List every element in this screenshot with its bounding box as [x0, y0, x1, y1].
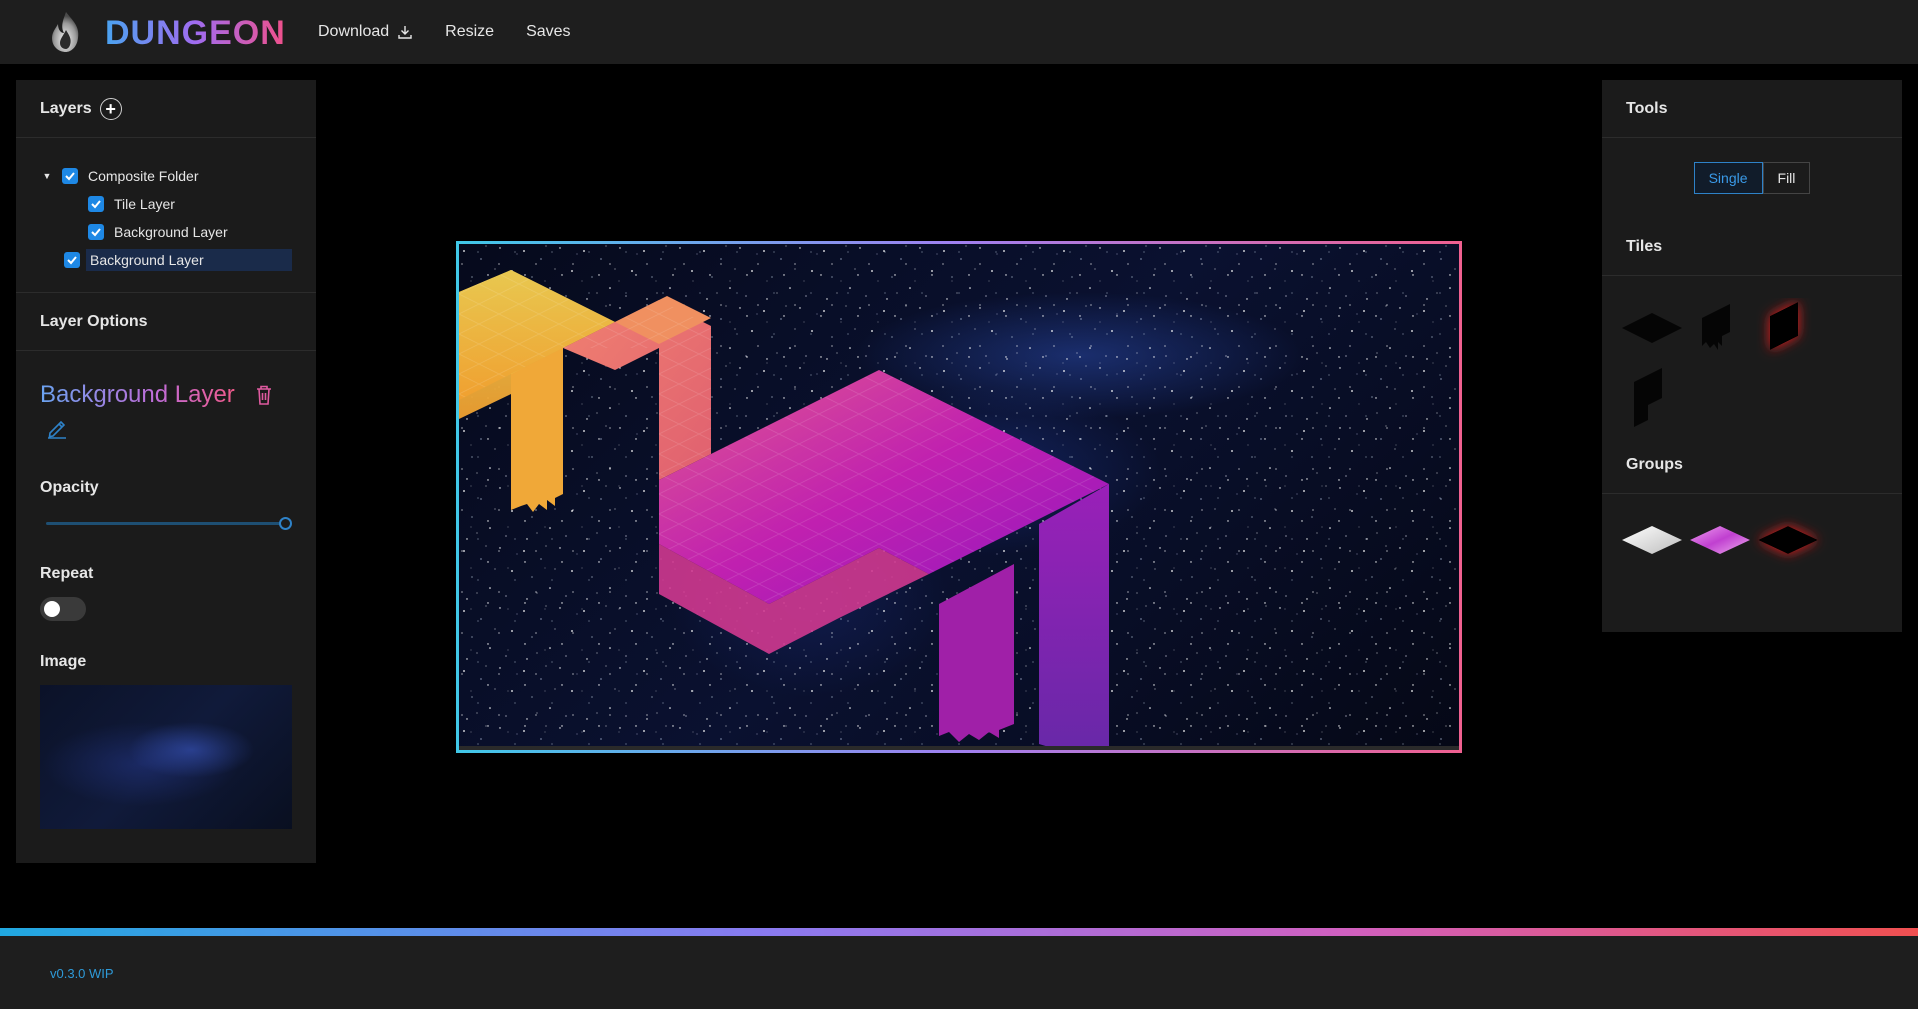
repeat-toggle[interactable]	[40, 597, 86, 621]
image-label: Image	[40, 653, 87, 670]
layers-title: Layers	[40, 99, 92, 117]
trash-icon[interactable]	[255, 384, 273, 406]
slider-thumb[interactable]	[279, 517, 292, 530]
tools-header: Tools	[1602, 80, 1902, 138]
groups-title: Groups	[1626, 455, 1683, 473]
tools-title: Tools	[1626, 99, 1668, 117]
nav-resize-label: Resize	[445, 23, 495, 40]
checkmark-icon	[67, 256, 77, 265]
background-image-thumbnail[interactable]	[40, 685, 292, 829]
layer-options-header: Layer Options	[16, 293, 316, 351]
tile-floor-icon[interactable]	[1622, 313, 1682, 343]
tool-mode-segmented: Single Fill	[1693, 162, 1811, 194]
nav-download[interactable]: Download	[318, 23, 413, 41]
top-bar: DUNGEON Download Resize Saves	[0, 0, 1918, 64]
group-black-tile-selected-icon[interactable]	[1758, 526, 1818, 554]
groups-palette	[1602, 494, 1902, 594]
tree-item-background-layer-nested[interactable]: Background Layer	[40, 218, 292, 246]
tile-wall-drip-icon[interactable]	[1702, 304, 1730, 350]
main-nav: Download Resize Saves	[318, 0, 571, 64]
layer-visibility-checkbox[interactable]	[64, 252, 80, 268]
tiles-grid	[1622, 302, 1798, 427]
toggle-knob	[44, 601, 60, 617]
slider-track[interactable]	[46, 522, 286, 525]
version-label: v0.3.0 WIP	[50, 966, 114, 981]
layer-name-title: Background Layer	[40, 381, 235, 408]
layer-visibility-checkbox[interactable]	[88, 196, 104, 212]
flame-logo-icon	[52, 12, 79, 52]
nav-download-label: Download	[318, 23, 390, 40]
tiles-header: Tiles	[1602, 218, 1902, 276]
fill-mode-button[interactable]: Fill	[1762, 162, 1811, 194]
group-white-tile-icon[interactable]	[1622, 526, 1682, 554]
tree-item-label: Tile Layer	[114, 196, 175, 212]
footer: v0.3.0 WIP	[0, 936, 1918, 1009]
checkmark-icon	[91, 200, 101, 209]
tree-item-label: Background Layer	[86, 249, 292, 271]
download-icon	[398, 26, 412, 39]
map-render	[459, 244, 1459, 750]
map-canvas[interactable]	[459, 244, 1459, 750]
layer-tree: ▼ Composite Folder Tile Layer Background…	[16, 138, 316, 293]
groups-grid	[1622, 526, 1818, 554]
tile-stair-icon[interactable]	[1634, 368, 1662, 427]
layer-options-title: Layer Options	[40, 312, 148, 330]
map-canvas-frame	[456, 241, 1462, 753]
nav-resize[interactable]: Resize	[445, 23, 494, 41]
tiles-title: Tiles	[1626, 237, 1663, 255]
brand-title[interactable]: DUNGEON	[105, 14, 286, 53]
pencil-icon[interactable]	[46, 417, 68, 439]
plus-icon: +	[105, 98, 116, 119]
right-panel: Tools Single Fill Tiles Groups	[1602, 80, 1902, 632]
group-pink-tile-icon[interactable]	[1690, 526, 1750, 554]
add-layer-button[interactable]: +	[99, 97, 122, 120]
layer-visibility-checkbox[interactable]	[88, 224, 104, 240]
tree-item-composite-folder[interactable]: ▼ Composite Folder	[40, 162, 292, 190]
layer-name-row: Background Layer	[16, 351, 316, 409]
tile-wall-selected-icon[interactable]	[1770, 302, 1798, 350]
tree-item-label: Composite Folder	[88, 168, 199, 184]
footer-gradient-divider	[0, 928, 1918, 936]
tree-item-label: Background Layer	[114, 224, 228, 240]
opacity-slider[interactable]	[46, 517, 292, 530]
nav-saves[interactable]: Saves	[526, 23, 570, 41]
caret-down-icon[interactable]: ▼	[40, 171, 54, 181]
tiles-palette	[1602, 276, 1902, 436]
checkmark-icon	[65, 172, 75, 181]
layers-header: Layers +	[16, 80, 316, 138]
left-panel: Layers + ▼ Composite Folder Tile Layer B…	[16, 80, 316, 863]
nav-saves-label: Saves	[526, 23, 571, 40]
tree-item-background-layer[interactable]: Background Layer	[40, 246, 292, 274]
tool-mode-group: Single Fill	[1602, 138, 1902, 218]
layer-visibility-checkbox[interactable]	[62, 168, 78, 184]
single-mode-button[interactable]: Single	[1693, 162, 1763, 194]
tree-item-tile-layer[interactable]: Tile Layer	[40, 190, 292, 218]
repeat-label: Repeat	[40, 565, 94, 582]
opacity-label: Opacity	[40, 479, 99, 496]
checkmark-icon	[91, 228, 101, 237]
